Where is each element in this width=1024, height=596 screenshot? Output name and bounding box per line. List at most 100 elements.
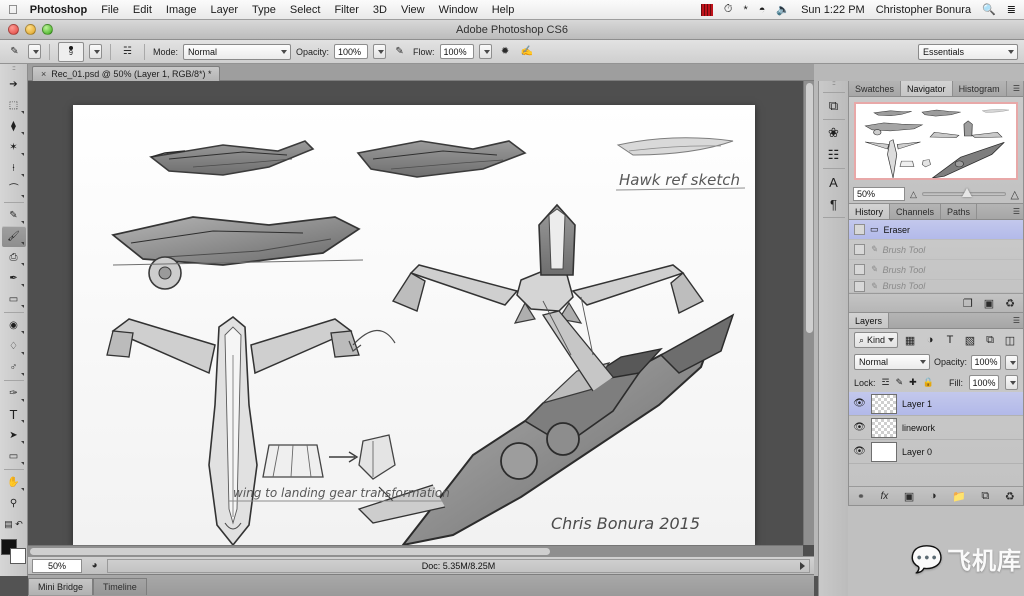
close-icon[interactable]: × <box>41 69 46 79</box>
tool-preset-dropdown[interactable] <box>28 44 41 59</box>
artwork-canvas[interactable]: Hawk ref sketch wing to landing gear tra… <box>73 105 755 545</box>
menu-item-image[interactable]: Image <box>166 4 197 16</box>
menu-item-help[interactable]: Help <box>492 4 515 16</box>
blur-tool[interactable]: ♢ <box>2 336 26 357</box>
flow-input[interactable]: 100% <box>439 44 474 59</box>
tab-channels[interactable]: Channels <box>890 204 942 219</box>
volume-icon[interactable]: 🔈 <box>776 3 790 16</box>
layer-row-layer-0[interactable]: 👁 Layer 0 <box>849 440 1023 464</box>
history-item[interactable]: ✎ Brush Tool <box>849 260 1023 280</box>
pressure-size-icon[interactable]: ✍ <box>519 43 536 60</box>
zoom-level-input[interactable]: 50% <box>32 558 82 573</box>
zoom-tool[interactable]: ⚲ <box>2 493 26 514</box>
document-info-arrow-icon[interactable] <box>800 561 805 570</box>
default-colors-icon[interactable]: ▤ ↶ <box>2 514 26 535</box>
tab-timeline[interactable]: Timeline <box>93 578 147 595</box>
brush-size-preview[interactable]: 9 <box>58 41 84 62</box>
clone-stamp-tool[interactable]: ⎙ <box>2 247 26 268</box>
opacity-dropdown[interactable] <box>373 44 387 59</box>
menu-item-type[interactable]: Type <box>252 4 276 16</box>
brush-preset-dropdown[interactable] <box>89 44 102 59</box>
brush-panel-toggle-icon[interactable]: ☵ <box>119 43 136 60</box>
blend-mode-select[interactable]: Normal <box>183 43 292 60</box>
menu-item-view[interactable]: View <box>401 4 425 16</box>
brush-panel-icon[interactable]: ❀ <box>822 122 846 144</box>
tab-navigator[interactable]: Navigator <box>901 81 953 96</box>
canvas-area[interactable]: Hawk ref sketch wing to landing gear tra… <box>28 81 814 556</box>
rectangle-shape-tool[interactable]: ▭ <box>2 446 26 467</box>
airbrush-icon[interactable]: ✹ <box>497 43 514 60</box>
navigator-zoom-input[interactable]: 50% <box>853 187 905 201</box>
menu-item-layer[interactable]: Layer <box>210 4 238 16</box>
new-snapshot-icon[interactable]: ▣ <box>984 297 994 310</box>
document-info[interactable]: Doc: 5.35M/8.25M <box>107 558 810 573</box>
filter-smart-object-icon[interactable]: ⧉ <box>982 332 998 348</box>
history-brush-tool[interactable]: ✒ <box>2 268 26 289</box>
layer-opacity-input[interactable]: 100% <box>971 354 1002 370</box>
move-tool[interactable]: ➔ <box>2 74 26 95</box>
layer-style-icon[interactable]: fx <box>880 491 888 502</box>
adjustments-panel-icon[interactable]: ☷ <box>822 144 846 166</box>
menu-item-filter[interactable]: Filter <box>334 4 358 16</box>
navigator-zoom-slider[interactable] <box>921 188 1006 197</box>
tab-history[interactable]: History <box>849 204 891 219</box>
menu-item-3d[interactable]: 3D <box>373 4 387 16</box>
clock-icon[interactable]: ⏱ <box>724 3 733 16</box>
layer-visibility-icon[interactable]: 👁 <box>853 422 866 433</box>
delete-layer-icon[interactable]: ♻ <box>1005 490 1015 503</box>
history-item[interactable]: ✎ Brush Tool <box>849 280 1023 293</box>
brush-tool[interactable]: 🖌 <box>1 226 26 247</box>
menu-item-photoshop[interactable]: Photoshop <box>30 4 87 16</box>
slider-knob[interactable] <box>962 188 973 197</box>
tab-paths[interactable]: Paths <box>941 204 978 219</box>
tab-layers[interactable]: Layers <box>849 313 890 328</box>
history-item[interactable]: ✎ Brush Tool <box>849 240 1023 260</box>
history-snapshot-box[interactable] <box>854 280 865 292</box>
layer-fill-dropdown[interactable] <box>1005 375 1018 390</box>
lock-transparent-pixels-icon[interactable]: ☲ <box>882 377 890 388</box>
document-tab[interactable]: × Rec_01.psd @ 50% (Layer 1, RGB/8*) * <box>32 66 221 81</box>
filter-pixel-icon[interactable]: ▦ <box>902 332 918 348</box>
history-snapshot-box[interactable] <box>854 244 865 255</box>
menu-bar-clock[interactable]: Sun 1:22 PM <box>801 4 865 16</box>
history-snapshot-box[interactable] <box>854 264 865 275</box>
healing-brush-tool[interactable]: ✎ <box>2 205 26 226</box>
panel-menu-icon[interactable]: ☰ <box>1013 316 1020 325</box>
new-document-from-state-icon[interactable]: ❐ <box>963 297 973 310</box>
navigator-thumbnail[interactable] <box>854 102 1018 180</box>
path-selection-tool[interactable]: ➤ <box>2 425 26 446</box>
color-swatches[interactable] <box>0 539 27 565</box>
adjustment-layer-icon[interactable]: ◑ <box>930 490 937 502</box>
zoom-out-icon[interactable]: △ <box>910 189 917 200</box>
menu-item-edit[interactable]: Edit <box>133 4 152 16</box>
character-panel-icon[interactable]: A <box>822 171 846 193</box>
bluetooth-icon[interactable]: * <box>743 4 747 16</box>
panel-menu-icon[interactable]: ☰ <box>1013 207 1020 216</box>
quick-selection-tool[interactable]: ✶ <box>2 137 26 158</box>
screen-recording-icon[interactable] <box>700 3 713 16</box>
background-color-swatch[interactable] <box>9 548 26 564</box>
lasso-tool[interactable]: ⧫ <box>2 116 26 137</box>
menu-bar-user[interactable]: Christopher Bonura <box>876 4 971 16</box>
layer-row-layer-1[interactable]: 👁 Layer 1 <box>849 392 1023 416</box>
layer-mask-icon[interactable]: ▣ <box>904 490 914 503</box>
tab-swatches[interactable]: Swatches <box>849 81 902 96</box>
menu-item-select[interactable]: Select <box>290 4 321 16</box>
layer-thumbnail[interactable] <box>871 441 897 462</box>
tool-preset-picker-icon[interactable]: ✎ <box>6 43 23 60</box>
layer-filter-kind-select[interactable]: ⌕ Kind <box>854 332 899 348</box>
link-layers-icon[interactable]: ⚭ <box>857 491 865 502</box>
dock-grip[interactable]: :::: <box>832 81 836 90</box>
pen-tool[interactable]: ✑ <box>2 383 26 404</box>
opacity-input[interactable]: 100% <box>334 44 369 59</box>
eyedropper-tool[interactable]: ⏜ <box>2 179 26 200</box>
zoom-in-icon[interactable]: △ <box>1011 188 1019 201</box>
marquee-tool[interactable]: ⬚ <box>2 95 26 116</box>
eraser-tool[interactable]: ▭ <box>2 289 26 310</box>
paragraph-panel-icon[interactable]: ¶ <box>822 193 846 215</box>
status-options-icon[interactable]: ◕ <box>86 557 103 574</box>
new-layer-icon[interactable]: ⧉ <box>981 490 989 503</box>
delete-state-icon[interactable]: ♻ <box>1005 297 1015 310</box>
mini-bridge-icon[interactable]: ⧉ <box>822 95 846 117</box>
gradient-tool[interactable]: ◉ <box>2 315 26 336</box>
